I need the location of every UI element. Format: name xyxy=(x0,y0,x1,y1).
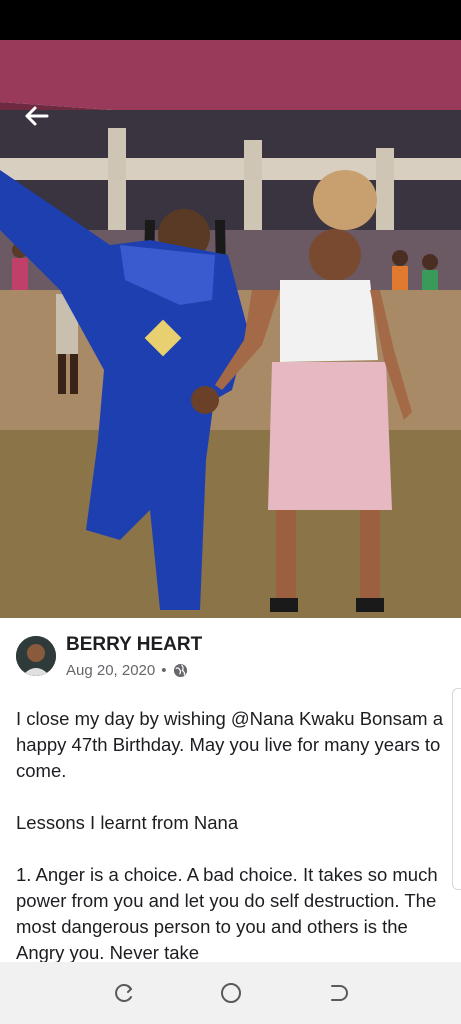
scroll-handle[interactable] xyxy=(452,688,461,890)
back-nav-icon xyxy=(330,985,348,1001)
system-nav-bar xyxy=(0,962,461,1024)
post-paragraph: Lessons I learnt from Nana xyxy=(16,812,239,833)
meta-separator: • xyxy=(161,662,167,679)
post-paragraph: I close my day by wishing @Nana Kwaku Bo… xyxy=(16,708,449,781)
home-button[interactable] xyxy=(213,975,249,1011)
home-icon xyxy=(220,983,241,1003)
post-date[interactable]: Aug 20, 2020 xyxy=(66,662,155,679)
recents-button[interactable] xyxy=(106,975,142,1011)
back-arrow-button[interactable] xyxy=(18,102,54,130)
avatar[interactable] xyxy=(16,636,56,676)
back-arrow-icon xyxy=(25,106,49,126)
globe-icon xyxy=(173,663,187,678)
post-header: BERRY HEART Aug 20, 2020 • xyxy=(0,618,461,698)
post-body: I close my day by wishing @Nana Kwaku Bo… xyxy=(16,706,446,992)
recents-icon xyxy=(114,984,132,1002)
author-name[interactable]: BERRY HEART xyxy=(66,634,202,656)
status-bar xyxy=(0,0,461,40)
post-photo[interactable] xyxy=(0,40,461,618)
post-meta: Aug 20, 2020 • xyxy=(66,662,188,679)
post-paragraph: 1. Anger is a choice. A bad choice. It t… xyxy=(16,864,443,963)
back-nav-button[interactable] xyxy=(320,975,356,1011)
